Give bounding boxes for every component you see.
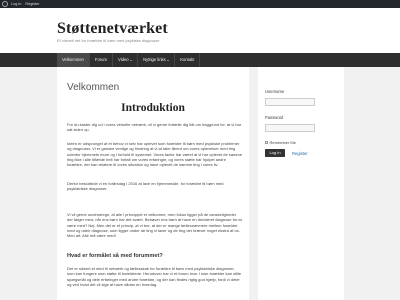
- main-nav: Velkommen Forum Video Nyttige links Kont…: [0, 53, 400, 67]
- register-link[interactable]: Register: [292, 151, 308, 156]
- intro-heading: Introduktion: [121, 102, 185, 114]
- username-input[interactable]: [265, 98, 315, 106]
- paragraph-intro: For du kaster dig ud i vores virtuelle n…: [67, 122, 242, 133]
- site-title[interactable]: Støttenetværket: [57, 20, 168, 38]
- subheading-purpose: Hvad er formålet så med forummet?: [67, 253, 163, 259]
- nav-item-label: Nyttige links: [143, 57, 166, 62]
- nav-item-label: Velkommen: [62, 57, 84, 62]
- site-tagline: Et virtuelt net for forældre til børn me…: [57, 38, 160, 43]
- password-label: Password: [265, 115, 284, 120]
- site-header: Støttenetværket Et virtuelt net for foræ…: [0, 8, 400, 53]
- nav-item-label: Video: [118, 57, 129, 62]
- username-label: Username: [265, 89, 285, 94]
- nav-item-velkommen[interactable]: Velkommen: [57, 53, 90, 67]
- main-content: Velkommen Introduktion For du kaster dig…: [57, 67, 249, 300]
- login-button[interactable]: Log In: [265, 149, 285, 157]
- wordpress-logo-icon[interactable]: [2, 1, 8, 7]
- nav-item-kontakt[interactable]: Kontakt: [175, 53, 201, 67]
- nav-item-label: Kontakt: [180, 57, 195, 62]
- remember-me-row[interactable]: Remember Me: [265, 140, 296, 145]
- nav-item-nyttige-links[interactable]: Nyttige links: [138, 53, 176, 67]
- nav-item-forum[interactable]: Forum: [90, 53, 113, 67]
- nav-item-label: Forum: [94, 57, 107, 62]
- remember-me-label: Remember Me: [269, 140, 296, 145]
- paragraph-purpose: Det er sikkert et sted til netværk og fæ…: [67, 266, 242, 287]
- nav-item-video[interactable]: Video: [113, 53, 139, 67]
- adminbar-register-link[interactable]: Register: [25, 2, 39, 6]
- admin-bar: Log in Register: [0, 0, 400, 8]
- remember-me-checkbox[interactable]: [265, 141, 268, 144]
- page-title: Velkommen: [67, 82, 120, 93]
- paragraph-decision: Derfor besluttede vi en forårsdag i 2016…: [67, 181, 224, 192]
- adminbar-login-link[interactable]: Log in: [11, 2, 21, 6]
- chevron-down-icon: [130, 59, 133, 61]
- chevron-down-icon: [167, 59, 170, 61]
- password-input[interactable]: [265, 124, 315, 132]
- sidebar-login-widget: Username Password Remember Me Log In Reg…: [258, 67, 344, 300]
- paragraph-welcome: Vi vil gerne understrege, at alle i prin…: [67, 212, 242, 239]
- paragraph-idea: Ideen er udsprunget af et behov vi selv …: [67, 141, 242, 168]
